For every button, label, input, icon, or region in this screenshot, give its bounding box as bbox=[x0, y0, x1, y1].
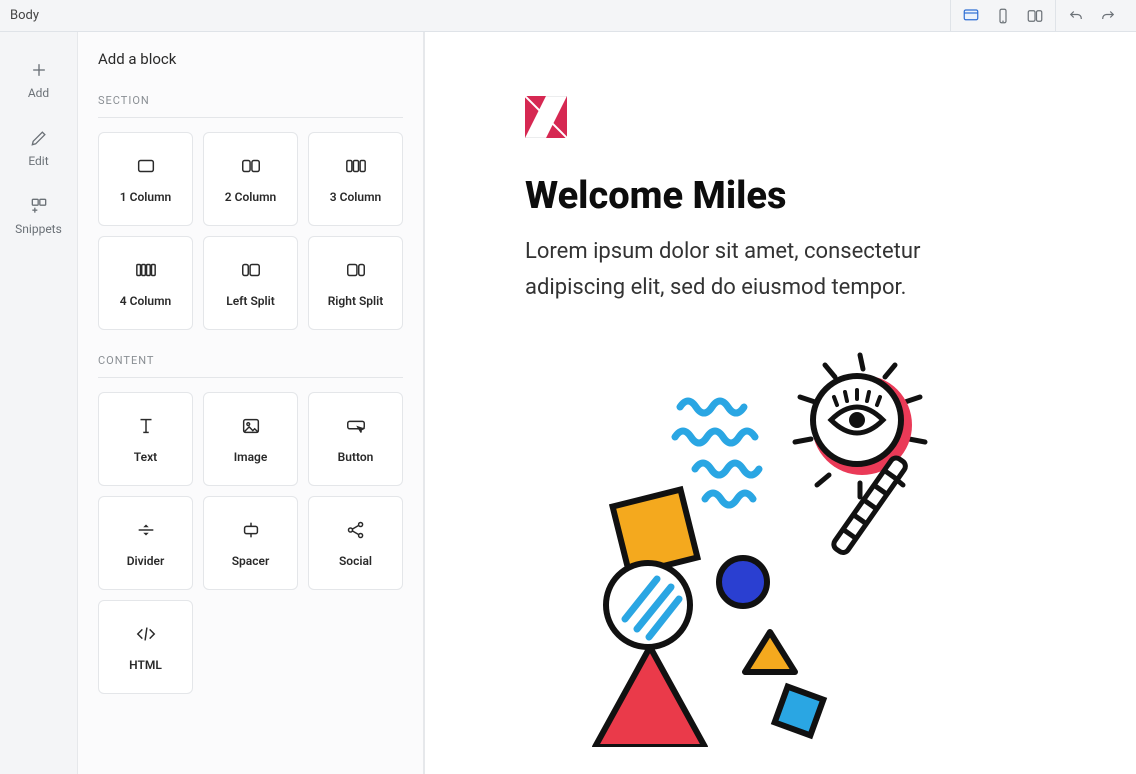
desktop-icon bbox=[962, 7, 980, 25]
right-split-icon bbox=[345, 259, 367, 281]
hero-illustration bbox=[585, 347, 1005, 747]
content-blocks-grid: Text Image Button Divider Spacer Social bbox=[98, 392, 403, 694]
block-label: Image bbox=[234, 450, 268, 464]
divider-icon bbox=[135, 519, 157, 541]
spacer-icon bbox=[240, 519, 262, 541]
block-text[interactable]: Text bbox=[98, 392, 193, 486]
viewport-split-button[interactable] bbox=[1019, 0, 1051, 32]
canvas[interactable]: Welcome Miles Lorem ipsum dolor sit amet… bbox=[424, 32, 1136, 774]
block-picker-panel: Add a block SECTION 1 Column 2 Column 3 … bbox=[78, 32, 424, 774]
block-right-split[interactable]: Right Split bbox=[308, 236, 403, 330]
rail-label: Snippets bbox=[15, 222, 62, 236]
left-split-icon bbox=[240, 259, 262, 281]
column-1-icon bbox=[135, 155, 157, 177]
viewport-desktop-button[interactable] bbox=[955, 0, 987, 32]
undo-button[interactable] bbox=[1060, 0, 1092, 32]
block-label: 1 Column bbox=[120, 190, 171, 204]
content-label: CONTENT bbox=[98, 354, 403, 378]
rail-edit-button[interactable]: Edit bbox=[0, 114, 78, 182]
section-blocks-grid: 1 Column 2 Column 3 Column 4 Column Left… bbox=[98, 132, 403, 330]
block-button[interactable]: Button bbox=[308, 392, 403, 486]
pencil-icon bbox=[29, 128, 49, 148]
rail-label: Add bbox=[28, 86, 49, 100]
button-icon bbox=[345, 415, 367, 437]
block-label: Divider bbox=[127, 554, 165, 568]
block-label: 3 Column bbox=[330, 190, 381, 204]
plus-icon bbox=[29, 60, 49, 80]
column-4-icon bbox=[135, 259, 157, 281]
rail-add-button[interactable]: Add bbox=[0, 46, 78, 114]
split-icon bbox=[1026, 7, 1044, 25]
snippets-icon bbox=[29, 196, 49, 216]
text-icon bbox=[135, 415, 157, 437]
rail-snippets-button[interactable]: Snippets bbox=[0, 182, 78, 250]
block-label: Right Split bbox=[328, 294, 384, 308]
topbar: Body bbox=[0, 0, 1136, 32]
block-divider[interactable]: Divider bbox=[98, 496, 193, 590]
block-label: Social bbox=[339, 554, 372, 568]
block-social[interactable]: Social bbox=[308, 496, 403, 590]
viewport-mobile-button[interactable] bbox=[987, 0, 1019, 32]
page-heading[interactable]: Welcome Miles bbox=[525, 174, 1005, 218]
block-label: HTML bbox=[129, 658, 162, 672]
code-icon bbox=[135, 623, 157, 645]
block-html[interactable]: HTML bbox=[98, 600, 193, 694]
brand-logo bbox=[525, 96, 567, 138]
breadcrumb: Body bbox=[10, 8, 39, 23]
block-label: Spacer bbox=[232, 554, 270, 568]
history-controls bbox=[1055, 0, 1128, 32]
block-label: Button bbox=[338, 450, 374, 464]
undo-icon bbox=[1067, 7, 1085, 25]
block-label: 4 Column bbox=[120, 294, 171, 308]
mobile-icon bbox=[994, 7, 1012, 25]
image-icon bbox=[240, 415, 262, 437]
sidebar-rail: Add Edit Snippets bbox=[0, 32, 78, 774]
redo-icon bbox=[1099, 7, 1117, 25]
column-3-icon bbox=[345, 155, 367, 177]
block-3-column[interactable]: 3 Column bbox=[308, 132, 403, 226]
block-label: Left Split bbox=[226, 294, 275, 308]
block-2-column[interactable]: 2 Column bbox=[203, 132, 298, 226]
column-2-icon bbox=[240, 155, 262, 177]
rail-label: Edit bbox=[28, 154, 48, 168]
block-4-column[interactable]: 4 Column bbox=[98, 236, 193, 330]
viewport-switcher bbox=[950, 0, 1055, 32]
block-label: 2 Column bbox=[225, 190, 276, 204]
block-label: Text bbox=[134, 450, 157, 464]
picker-title: Add a block bbox=[98, 50, 403, 68]
block-left-split[interactable]: Left Split bbox=[203, 236, 298, 330]
section-label: SECTION bbox=[98, 94, 403, 118]
redo-button[interactable] bbox=[1092, 0, 1124, 32]
block-1-column[interactable]: 1 Column bbox=[98, 132, 193, 226]
block-image[interactable]: Image bbox=[203, 392, 298, 486]
block-spacer[interactable]: Spacer bbox=[203, 496, 298, 590]
page-body-text[interactable]: Lorem ipsum dolor sit amet, consectetur … bbox=[525, 234, 1005, 307]
social-icon bbox=[345, 519, 367, 541]
